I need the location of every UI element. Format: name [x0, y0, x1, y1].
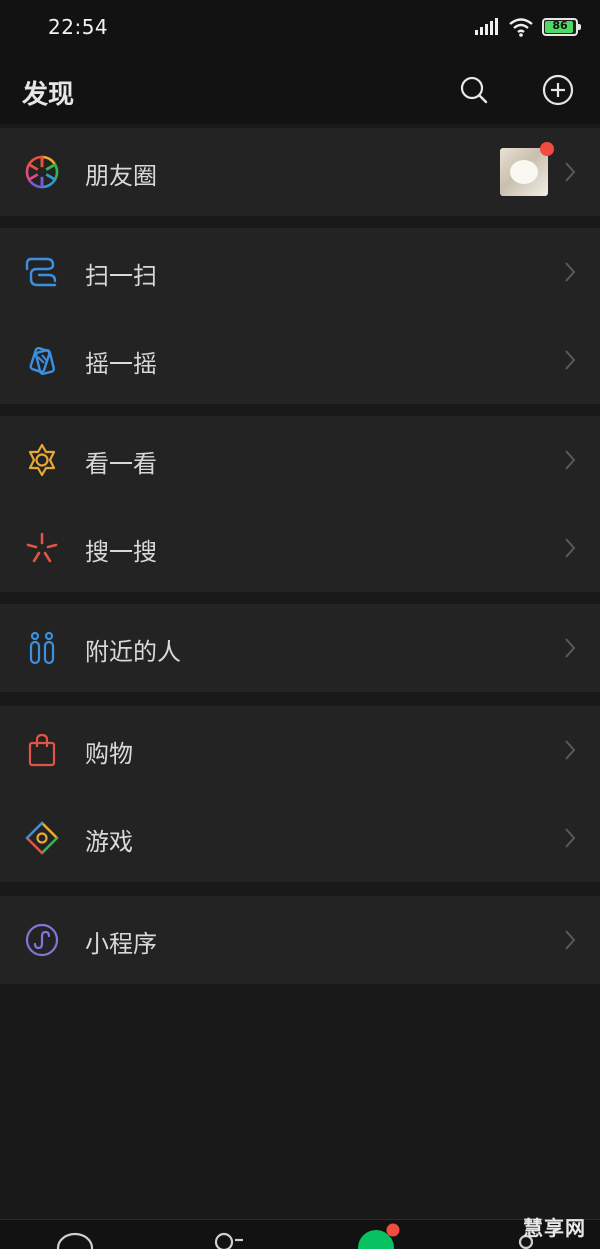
menu-item-label: 附近的人 — [85, 638, 181, 666]
chevron-right-icon — [565, 350, 576, 370]
menu-item-mini-programs[interactable]: 小程序 — [0, 896, 600, 984]
group-moments: 朋友圈 — [0, 128, 600, 216]
search-feature-icon — [24, 530, 60, 566]
tab-discover[interactable] — [356, 1222, 400, 1249]
mini-program-icon — [24, 922, 60, 958]
group-nearby: 附近的人 — [0, 604, 600, 692]
menu-item-label: 小程序 — [85, 930, 157, 958]
menu-item-shopping[interactable]: 购物 — [0, 706, 600, 794]
search-icon — [460, 76, 488, 104]
search-button[interactable] — [456, 72, 492, 108]
menu-item-scan[interactable]: 扫一扫 — [0, 228, 600, 316]
battery-level: 86 — [552, 19, 568, 32]
chevron-right-icon — [565, 740, 576, 760]
games-icon — [24, 820, 60, 856]
chevron-right-icon — [565, 450, 576, 470]
menu-item-label: 摇一摇 — [85, 350, 157, 378]
chevron-right-icon — [565, 262, 576, 282]
menu-item-search[interactable]: 搜一搜 — [0, 504, 600, 592]
menu-item-label: 搜一搜 — [85, 538, 157, 566]
bottom-tab-bar — [0, 1219, 600, 1249]
shake-icon — [24, 342, 60, 378]
watermark: 慧享网 — [523, 1216, 586, 1240]
group-shop-games: 购物 游戏 — [0, 706, 600, 882]
title-bar: 发现 — [0, 56, 600, 124]
chevron-right-icon — [565, 638, 576, 658]
battery-icon: 86 — [542, 18, 581, 36]
add-button[interactable] — [540, 72, 576, 108]
menu-item-look[interactable]: 看一看 — [0, 416, 600, 504]
chevron-right-icon — [565, 538, 576, 558]
group-scan-shake: 扫一扫 摇一摇 — [0, 228, 600, 404]
menu-item-label: 扫一扫 — [85, 262, 157, 290]
menu-item-label: 购物 — [85, 740, 133, 768]
status-bar: 22:54 86 — [0, 0, 600, 56]
menu-item-label: 游戏 — [85, 828, 133, 856]
shopping-bag-icon — [24, 732, 60, 768]
look-icon — [24, 442, 60, 478]
tab-chats[interactable] — [56, 1230, 94, 1249]
scan-icon — [24, 254, 60, 290]
moments-thumbnail — [500, 142, 554, 196]
menu-item-moments[interactable]: 朋友圈 — [0, 128, 600, 216]
compass-icon — [358, 1223, 400, 1249]
status-time: 22:54 — [48, 15, 109, 39]
chevron-right-icon — [565, 828, 576, 848]
chat-bubble-icon — [56, 1232, 94, 1249]
wifi-icon — [509, 18, 533, 37]
group-mini-programs: 小程序 — [0, 896, 600, 984]
plus-circle-icon — [542, 74, 574, 106]
moments-icon — [24, 154, 60, 190]
menu-item-games[interactable]: 游戏 — [0, 794, 600, 882]
chevron-right-icon — [565, 162, 576, 182]
menu-item-label: 朋友圈 — [85, 162, 157, 190]
chevron-right-icon — [565, 930, 576, 950]
people-nearby-icon — [24, 630, 60, 666]
signal-icon — [475, 18, 498, 35]
menu-item-label: 看一看 — [85, 450, 157, 478]
menu-item-shake[interactable]: 摇一摇 — [0, 316, 600, 404]
page-title: 发现 — [22, 80, 75, 110]
group-look-search: 看一看 搜一搜 — [0, 416, 600, 592]
contacts-icon — [214, 1232, 243, 1249]
status-icons: 86 — [474, 14, 581, 40]
new-moments-badge — [540, 142, 554, 156]
tab-contacts[interactable] — [212, 1230, 246, 1249]
menu-item-people-nearby[interactable]: 附近的人 — [0, 604, 600, 692]
